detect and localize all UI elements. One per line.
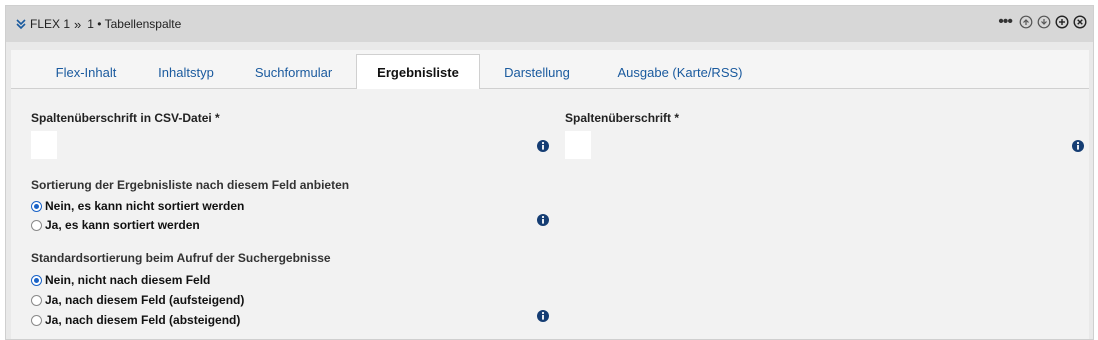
radio-label: Ja, nach diesem Feld (absteigend)	[45, 313, 241, 327]
radio-label: Nein, nicht nach diesem Feld	[45, 273, 211, 287]
info-icon[interactable]	[537, 214, 549, 226]
info-icon[interactable]	[537, 140, 549, 152]
sort-option-label: Sortierung der Ergebnisliste nach diesem…	[31, 178, 350, 192]
radio-label: Ja, es kann sortiert werden	[45, 218, 200, 232]
column-heading-label: Spaltenüberschrift *	[565, 111, 680, 125]
radio-button[interactable]	[31, 274, 42, 286]
radio-button[interactable]	[31, 294, 42, 306]
default-sort-option-desc[interactable]: Ja, nach diesem Feld (absteigend)	[31, 313, 240, 327]
info-icon[interactable]	[1072, 140, 1084, 152]
column-heading-input[interactable]	[565, 131, 591, 159]
tab-darstellung[interactable]: Darstellung	[483, 56, 591, 88]
default-sort-option-none[interactable]: Nein, nicht nach diesem Feld	[31, 273, 210, 287]
radio-button[interactable]	[31, 314, 42, 326]
move-up-icon[interactable]	[1019, 15, 1033, 29]
sort-option-no[interactable]: Nein, es kann nicht sortiert werden	[31, 199, 244, 213]
flex-panel: FLEX 1 » 1 • Tabellenspalte ••• Flex-Inh…	[5, 5, 1094, 340]
default-sort-option-asc[interactable]: Ja, nach diesem Feld (aufsteigend)	[31, 293, 244, 307]
breadcrumb-separator: »	[74, 16, 82, 32]
add-icon[interactable]	[1055, 15, 1069, 29]
radio-button[interactable]	[31, 200, 42, 212]
tab-ergebnisliste[interactable]: Ergebnisliste	[356, 54, 480, 89]
info-icon[interactable]	[537, 310, 549, 322]
tab-bar: Flex-Inhalt Inhaltstyp Suchformular Erge…	[11, 50, 1089, 89]
block-name: FLEX 1	[30, 17, 71, 31]
csv-heading-input[interactable]	[31, 131, 57, 159]
default-sort-label: Standardsortierung beim Aufruf der Suche…	[31, 251, 331, 265]
tab-suchformular[interactable]: Suchformular	[231, 56, 356, 88]
panel-header: FLEX 1 » 1 • Tabellenspalte •••	[6, 6, 1093, 42]
tab-ausgabe[interactable]: Ausgabe (Karte/RSS)	[591, 56, 769, 88]
sort-option-yes[interactable]: Ja, es kann sortiert werden	[31, 218, 200, 232]
tab-content-ergebnisliste: Spaltenüberschrift in CSV-Datei * Spalte…	[11, 89, 1089, 339]
tab-flex-inhalt[interactable]: Flex-Inhalt	[31, 56, 141, 88]
more-options-icon[interactable]: •••	[998, 14, 1013, 30]
radio-label: Nein, es kann nicht sortiert werden	[45, 199, 245, 213]
tab-inhaltstyp[interactable]: Inhaltstyp	[141, 56, 231, 88]
block-subtitle: 1 • Tabellenspalte	[87, 17, 182, 31]
radio-label: Ja, nach diesem Feld (aufsteigend)	[45, 293, 245, 307]
move-down-icon[interactable]	[1037, 15, 1051, 29]
remove-icon[interactable]	[1073, 15, 1087, 29]
collapse-chevrons-icon[interactable]	[14, 17, 28, 31]
csv-heading-label: Spaltenüberschrift in CSV-Datei *	[31, 111, 220, 125]
radio-button[interactable]	[31, 219, 42, 231]
